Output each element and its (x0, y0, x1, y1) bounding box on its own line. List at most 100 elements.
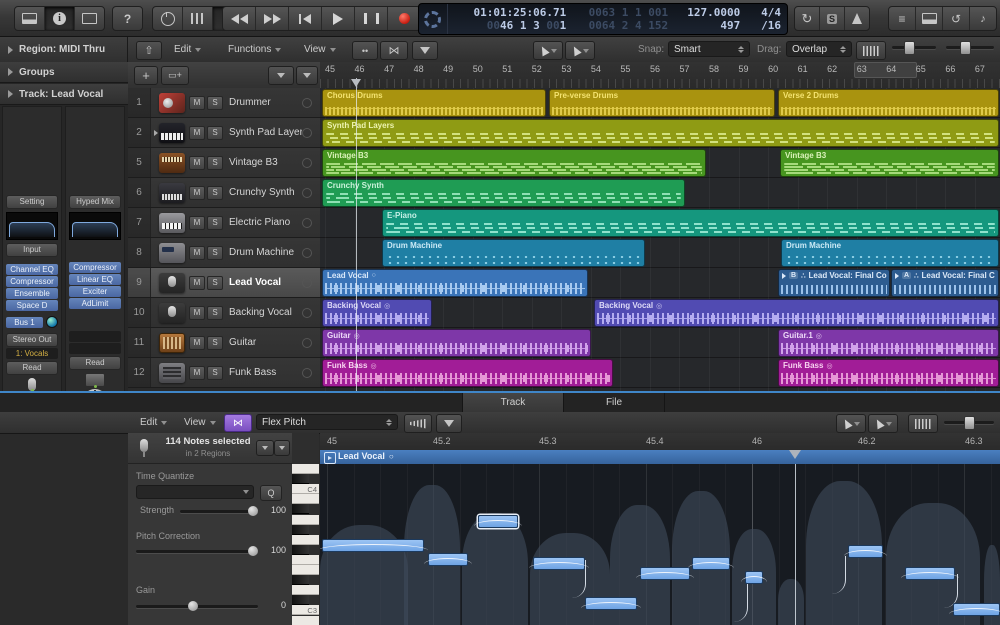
strength-knob[interactable] (248, 506, 258, 516)
edit-menu[interactable]: Edit (168, 41, 207, 58)
region-drum-machine[interactable]: Drum Machine (781, 239, 999, 267)
inspector-button[interactable]: i (45, 7, 75, 30)
editor-playhead-handle[interactable] (789, 450, 801, 459)
black-key-fs3[interactable] (292, 544, 309, 555)
white-key-g3[interactable] (292, 534, 319, 545)
track-mute-button[interactable]: M (189, 275, 205, 290)
command-pointer-tool-menu[interactable] (565, 41, 595, 60)
input-monitor-icon[interactable] (302, 247, 312, 258)
track-mute-button[interactable]: M (189, 155, 205, 170)
vertical-zoom-slider[interactable] (892, 41, 936, 55)
track-solo-button[interactable]: S (207, 125, 223, 140)
track-mute-button[interactable]: M (189, 305, 205, 320)
track-row-vintage-b3[interactable]: 5 M S Vintage B3 (128, 148, 320, 178)
editor-flex-button[interactable]: ⋈ (224, 414, 252, 432)
editor-filter-button[interactable] (436, 414, 462, 433)
input-monitor-icon[interactable] (302, 337, 312, 348)
flex-pitch-note[interactable] (529, 557, 589, 570)
region-backing-vocal[interactable]: Backing Vocal ◎ (322, 299, 432, 327)
white-key-d3[interactable] (292, 585, 319, 596)
lcd-locators[interactable]: 0063 1 1 001 0064 2 4 152 (566, 4, 668, 34)
stop-button[interactable] (289, 7, 322, 30)
track-mute-button[interactable]: M (189, 95, 205, 110)
track-solo-button[interactable]: S (207, 365, 223, 380)
flex-pitch-note[interactable] (949, 603, 1000, 616)
editor-command-pointer-menu[interactable] (868, 414, 898, 433)
view-menu[interactable]: View (298, 41, 342, 58)
output-button[interactable]: Stereo Out (6, 333, 58, 347)
editor-zoom-thumb[interactable] (964, 416, 975, 430)
track-solo-button[interactable]: S (207, 245, 223, 260)
lcd-signature[interactable]: 4/4 /16 (740, 4, 787, 34)
track-solo-button[interactable]: S (207, 185, 223, 200)
cycle-button[interactable]: ↻ (795, 7, 820, 30)
plugin-slot-button[interactable]: Space D (6, 300, 58, 311)
lcd-settings[interactable] (419, 4, 448, 34)
pitch-knob[interactable] (248, 546, 258, 556)
track-row-guitar[interactable]: 11 M S Guitar (128, 328, 320, 358)
white-key-b3[interactable] (292, 494, 319, 505)
vzoom-thumb[interactable] (904, 41, 915, 55)
track-options-button[interactable] (296, 66, 318, 85)
track-mute-button[interactable]: M (189, 185, 205, 200)
editor-pointer-tool-menu[interactable] (836, 414, 866, 433)
track-solo-button[interactable]: S (207, 305, 223, 320)
track-solo-button[interactable]: S (207, 215, 223, 230)
track-row-drum-machine[interactable]: 8 M S Drum Machine (128, 238, 320, 268)
track-row-lead-vocal[interactable]: 9 M S Lead Vocal (128, 268, 320, 298)
lcd-position[interactable]: 01:01:25:06.71 0046 1 3 001 (448, 4, 567, 34)
pitch-correction-slider[interactable] (136, 546, 258, 556)
region-lead-vocal-final-co[interactable]: B ∴ Lead Vocal: Final Co (778, 269, 890, 297)
editor-ruler[interactable]: 45 45.2 45.3 45.4 46 46.2 46.3 (320, 433, 1000, 451)
record-button[interactable] (388, 7, 420, 30)
editor-menu-button[interactable] (274, 440, 290, 456)
send-bus-button[interactable]: Bus 1 (6, 316, 43, 328)
input-monitor-icon[interactable] (302, 187, 312, 198)
flex-pitch-note[interactable] (424, 553, 472, 566)
gain-knob[interactable] (188, 601, 198, 611)
flex-pitch-note[interactable] (741, 571, 767, 584)
playhead-handle[interactable] (351, 79, 361, 87)
track-row-synth-pad-layers[interactable]: 2 M S Synth Pad Layers (128, 118, 320, 148)
region-play-icon[interactable] (324, 452, 336, 464)
browsers-button[interactable]: ♪ (970, 7, 996, 30)
apple-loops-button[interactable]: ↺ (943, 7, 970, 30)
white-key-e3[interactable] (292, 565, 319, 576)
mixer-button[interactable] (183, 7, 213, 30)
track-solo-button[interactable]: S (207, 155, 223, 170)
track-lanes[interactable]: Chorus Drums Pre-verse Drums Verse 2 Drums… (320, 88, 1000, 391)
region-funk-bass[interactable]: Funk Bass ◎ (322, 359, 613, 387)
flex-pitch-note[interactable] (844, 545, 887, 558)
tab-track[interactable]: Track (462, 393, 564, 412)
plugin-slot-button[interactable]: Linear EQ (69, 274, 121, 285)
editor-edit-menu[interactable]: Edit (134, 414, 173, 431)
region-vintage-b3[interactable]: Vintage B3 (322, 149, 706, 177)
editor-view-menu[interactable]: View (178, 414, 222, 431)
plugin-slot-button[interactable]: Compressor (6, 276, 58, 287)
editor-waveform-zoom-button[interactable] (908, 414, 938, 433)
input-monitor-icon[interactable] (302, 307, 312, 318)
take-play-icon[interactable] (895, 272, 899, 279)
plugin-slot-button[interactable]: Channel EQ (6, 264, 58, 275)
track-row-funk-bass[interactable]: 12 M S Funk Bass (128, 358, 320, 388)
region-vintage-b3[interactable]: Vintage B3 (780, 149, 999, 177)
list-editors-button[interactable]: ≡ (889, 7, 916, 30)
plugin-slot-button[interactable]: Exciter (69, 286, 121, 297)
black-key-ds3[interactable] (292, 575, 309, 586)
region-verse-2-drums[interactable]: Verse 2 Drums (778, 89, 999, 117)
region-lead-vocal[interactable]: Lead Vocal ○ (322, 269, 588, 297)
input-monitor-icon[interactable] (302, 367, 312, 378)
region-guitar[interactable]: Guitar◎ (322, 329, 591, 357)
tab-file[interactable]: File (563, 393, 665, 412)
rewind-button[interactable] (223, 7, 256, 30)
lcd-tempo[interactable]: 127.0000 497 (668, 4, 740, 34)
region-crunchy-synth[interactable]: Crunchy Synth (322, 179, 685, 207)
region-lead-vocal-final-c[interactable]: A ∴ Lead Vocal: Final C (891, 269, 999, 297)
black-key-cs3[interactable] (292, 595, 309, 606)
region-synth-pad-layers[interactable]: Synth Pad Layers (322, 119, 999, 147)
track-filter-button[interactable] (412, 41, 438, 60)
drag-dropdown[interactable]: Overlap (786, 41, 852, 57)
functions-menu[interactable]: Functions (222, 41, 287, 58)
track-disclosure-icon[interactable] (154, 129, 158, 136)
smart-controls-button[interactable] (153, 7, 183, 30)
